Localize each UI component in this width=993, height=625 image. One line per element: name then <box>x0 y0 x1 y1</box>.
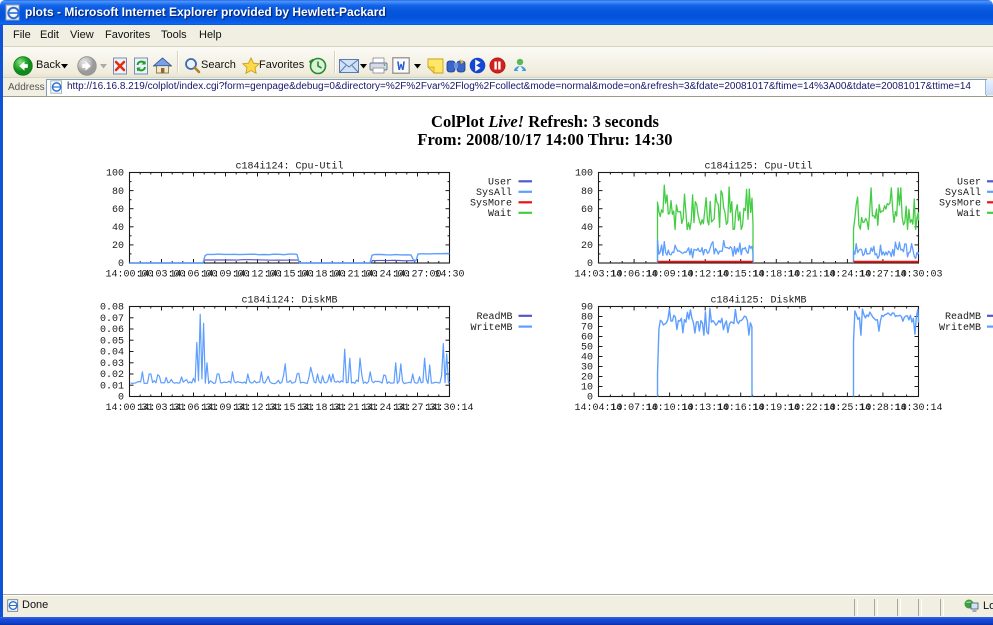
svg-text:0.06: 0.06 <box>100 325 124 336</box>
svg-text:c184i124: DiskMB: c184i124: DiskMB <box>241 295 337 307</box>
svg-text:60: 60 <box>112 205 124 216</box>
svg-text:SysMore: SysMore <box>939 199 981 210</box>
svg-text:Wait: Wait <box>488 208 512 220</box>
svg-text:SysAll: SysAll <box>476 187 512 199</box>
svg-text:30: 30 <box>581 363 593 374</box>
svg-text:0.07: 0.07 <box>100 314 124 325</box>
svg-text:50: 50 <box>581 343 593 354</box>
svg-text:WriteMB: WriteMB <box>470 322 512 334</box>
svg-text:ReadMB: ReadMB <box>476 311 512 323</box>
svg-text:0.05: 0.05 <box>100 336 124 347</box>
svg-text:14:30:14: 14:30:14 <box>894 403 942 414</box>
svg-text:WriteMB: WriteMB <box>939 322 981 334</box>
svg-text:c184i124: Cpu-Util: c184i124: Cpu-Util <box>235 161 343 173</box>
svg-text:0.08: 0.08 <box>100 303 124 314</box>
svg-text:60: 60 <box>581 333 593 344</box>
svg-text:14:30:03: 14:30:03 <box>894 270 942 281</box>
svg-text:0.02: 0.02 <box>100 370 124 381</box>
svg-text:40: 40 <box>112 223 124 234</box>
svg-text:40: 40 <box>581 223 593 234</box>
svg-text:20: 20 <box>581 241 593 252</box>
svg-text:c184i125: Cpu-Util: c184i125: Cpu-Util <box>704 161 812 173</box>
svg-text:14:30:14: 14:30:14 <box>425 403 473 414</box>
svg-text:100: 100 <box>106 169 124 180</box>
svg-text:70: 70 <box>581 323 593 334</box>
svg-text:ReadMB: ReadMB <box>945 311 981 323</box>
svg-text:SysMore: SysMore <box>470 199 512 210</box>
svg-text:User: User <box>488 178 512 189</box>
svg-text:0.04: 0.04 <box>100 348 124 359</box>
svg-text:90: 90 <box>581 303 593 314</box>
svg-text:80: 80 <box>581 313 593 324</box>
svg-text:c184i125: DiskMB: c184i125: DiskMB <box>710 295 806 307</box>
svg-text:60: 60 <box>581 205 593 216</box>
svg-text:40: 40 <box>581 353 593 364</box>
svg-text:W: W <box>397 59 405 74</box>
svg-text:80: 80 <box>112 187 124 198</box>
svg-text:14:30: 14:30 <box>434 270 464 281</box>
svg-text:User: User <box>957 178 981 189</box>
svg-text:0.01: 0.01 <box>100 381 124 392</box>
svg-text:0.03: 0.03 <box>100 359 124 370</box>
svg-text:Wait: Wait <box>957 208 981 220</box>
svg-text:100: 100 <box>575 169 593 180</box>
svg-text:20: 20 <box>112 241 124 252</box>
svg-text:80: 80 <box>581 187 593 198</box>
svg-text:SysAll: SysAll <box>945 187 981 199</box>
svg-text:20: 20 <box>581 373 593 384</box>
svg-text:10: 10 <box>581 383 593 394</box>
